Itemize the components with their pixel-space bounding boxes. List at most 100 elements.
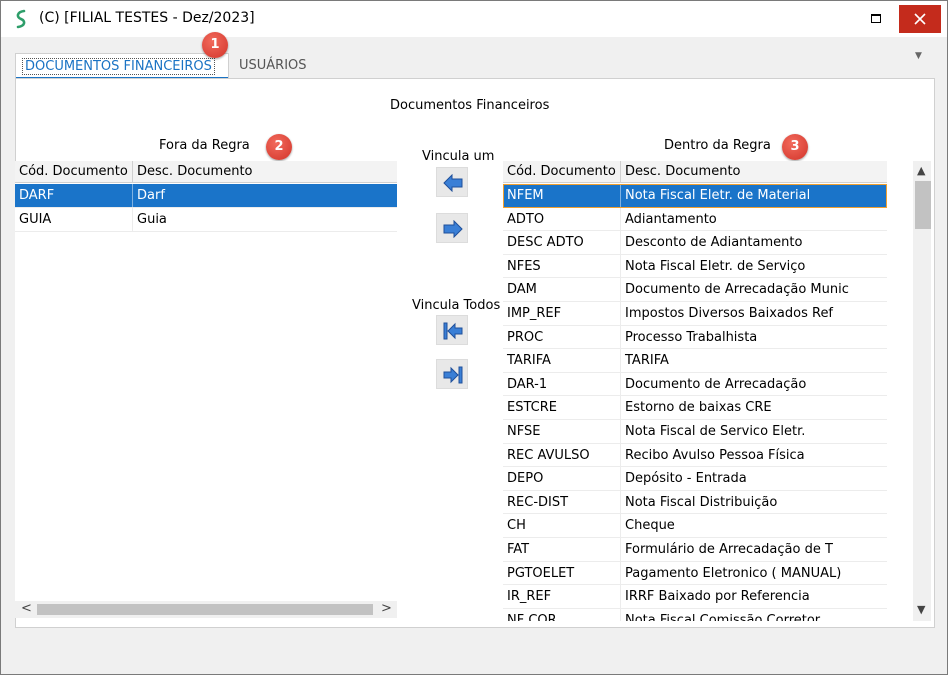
cell-cod: DESC ADTO	[503, 231, 621, 255]
cell-cod: NFSE	[503, 420, 621, 443]
arrow-left-icon	[443, 174, 463, 192]
vincula-um-label: Vincula um	[422, 149, 495, 164]
right-grid-vertical-scrollbar[interactable]: ▲ ▼	[913, 161, 931, 621]
tab-dropdown-icon[interactable]: ▼	[915, 51, 922, 61]
table-row[interactable]: DARF Darf	[15, 184, 397, 208]
cell-desc: Nota Fiscal de Servico Eletr.	[625, 424, 806, 439]
app-window: (C) [FILIAL TESTES - Dez/2023] DOCUMENTO…	[0, 0, 948, 675]
left-grid-horizontal-scrollbar[interactable]: < >	[15, 601, 397, 618]
cell-desc: Guia	[137, 212, 167, 227]
cell-cod: IR_REF	[503, 585, 621, 609]
table-row[interactable]: DAM Documento de Arrecadação Munic	[503, 278, 887, 302]
scroll-right-icon[interactable]: >	[381, 601, 392, 616]
table-row[interactable]: IR_REF IRRF Baixado por Referencia	[503, 585, 887, 609]
cell-cod: ESTCRE	[503, 396, 621, 420]
cell-cod: NFES	[503, 254, 621, 278]
cell-desc: Nota Fiscal Eletr. de Material	[625, 188, 811, 203]
table-row[interactable]: NFES Nota Fiscal Eletr. de Serviço	[503, 254, 887, 279]
title-bar: (C) [FILIAL TESTES - Dez/2023]	[1, 1, 947, 37]
table-row[interactable]: ADTO Adiantamento	[503, 207, 887, 232]
scroll-left-icon[interactable]: <	[21, 601, 32, 616]
section-title: Documentos Financeiros	[390, 98, 550, 113]
vincula-todos-label: Vincula Todos	[412, 298, 501, 313]
cell-desc: Processo Trabalhista	[625, 329, 758, 345]
close-button[interactable]	[899, 5, 941, 33]
cell-desc: Pagamento Eletronico ( MANUAL)	[625, 565, 842, 581]
left-grid-title: Fora da Regra	[159, 138, 250, 153]
table-row[interactable]: DAR-1 Documento de Arrecadação	[503, 372, 887, 397]
s-logo-icon	[13, 9, 29, 29]
cell-cod: CH	[503, 514, 621, 538]
table-row[interactable]: REC AVULSO Recibo Avulso Pessoa Física	[503, 443, 887, 468]
scroll-down-icon[interactable]: ▼	[917, 603, 925, 616]
cell-cod: DEPO	[503, 467, 621, 491]
cell-desc: IRRF Baixado por Referencia	[625, 589, 810, 605]
column-header-desc[interactable]: Desc. Documento	[621, 161, 887, 183]
table-row[interactable]: PGTOELET Pagamento Eletronico ( MANUAL)	[503, 561, 887, 586]
move-one-right-button[interactable]	[436, 213, 468, 243]
close-icon	[914, 13, 926, 25]
cell-desc: TARIFA	[625, 353, 669, 369]
scroll-thumb[interactable]	[37, 604, 373, 615]
cell-cod: DARF	[15, 184, 133, 207]
table-row[interactable]: NFEM Nota Fiscal Eletr. de Material	[503, 184, 887, 208]
badge-3: 3	[782, 134, 808, 160]
table-row[interactable]: CH Cheque	[503, 514, 887, 538]
cell-cod: REC-DIST	[503, 490, 621, 514]
table-row[interactable]: REC-DIST Nota Fiscal Distribuição	[503, 490, 887, 515]
cell-desc: Recibo Avulso Pessoa Física	[625, 447, 805, 463]
window-title: (C) [FILIAL TESTES - Dez/2023]	[39, 10, 255, 26]
cell-desc: Adiantamento	[625, 211, 717, 227]
cell-cod: FAT	[503, 538, 621, 561]
cell-desc: Nota Fiscal Comissão Corretor	[625, 612, 821, 621]
cell-cod: NF COR	[503, 608, 621, 621]
table-row[interactable]: PROC Processo Trabalhista	[503, 325, 887, 350]
cell-desc: Nota Fiscal Distribuição	[625, 494, 778, 510]
tab-label: DOCUMENTOS FINANCEIROS	[22, 58, 215, 75]
cell-cod: IMP_REF	[503, 302, 621, 325]
cell-desc: Depósito - Entrada	[625, 471, 747, 487]
table-row[interactable]: FAT Formulário de Arrecadação de T	[503, 538, 887, 562]
arrow-last-icon	[443, 366, 463, 384]
table-row[interactable]: TARIFA TARIFA	[503, 349, 887, 373]
move-all-right-button[interactable]	[436, 359, 468, 389]
cell-desc: Documento de Arrecadação Munic	[625, 282, 849, 298]
table-row[interactable]: NF COR Nota Fiscal Comissão Corretor	[503, 608, 887, 621]
scroll-up-icon[interactable]: ▲	[917, 164, 925, 177]
move-one-left-button[interactable]	[436, 167, 468, 197]
badge-1: 1	[202, 32, 228, 58]
cell-cod: GUIA	[15, 208, 133, 231]
cell-cod: REC AVULSO	[503, 443, 621, 467]
grid-header: Cód. Documento Desc. Documento	[503, 161, 887, 183]
cell-cod: DAM	[503, 278, 621, 302]
cell-cod: DAR-1	[503, 372, 621, 396]
table-row[interactable]: ESTCRE Estorno de baixas CRE	[503, 396, 887, 420]
tab-documentos-financeiros[interactable]: DOCUMENTOS FINANCEIROS	[15, 53, 229, 79]
cell-desc: Nota Fiscal Eletr. de Serviço	[625, 258, 806, 274]
tab-usuarios[interactable]: USUÁRIOS	[233, 53, 313, 78]
tab-strip: DOCUMENTOS FINANCEIROS USUÁRIOS	[7, 41, 941, 79]
move-all-left-button[interactable]	[436, 315, 468, 345]
right-grid-title: Dentro da Regra	[664, 138, 771, 153]
arrow-first-icon	[443, 322, 463, 340]
column-header-desc[interactable]: Desc. Documento	[133, 161, 397, 183]
table-row[interactable]: IMP_REF Impostos Diversos Baixados Ref	[503, 302, 887, 326]
maximize-button[interactable]	[853, 1, 899, 37]
maximize-icon	[871, 14, 881, 23]
scroll-thumb[interactable]	[915, 181, 931, 229]
cell-desc: Estorno de baixas CRE	[625, 400, 772, 416]
table-row[interactable]: DESC ADTO Desconto de Adiantamento	[503, 231, 887, 255]
dentro-da-regra-grid[interactable]: Cód. Documento Desc. Documento NFEM Nota …	[503, 161, 887, 621]
tab-label: USUÁRIOS	[239, 58, 307, 73]
table-row[interactable]: GUIA Guia	[15, 208, 397, 232]
table-row[interactable]: DEPO Depósito - Entrada	[503, 467, 887, 491]
cell-desc: Desconto de Adiantamento	[625, 235, 803, 251]
fora-da-regra-grid[interactable]: Cód. Documento Desc. Documento DARF Darf…	[15, 161, 397, 601]
table-row[interactable]: NFSE Nota Fiscal de Servico Eletr.	[503, 420, 887, 444]
cell-desc: Cheque	[625, 518, 675, 534]
arrow-right-icon	[443, 220, 463, 238]
column-header-cod[interactable]: Cód. Documento	[503, 161, 621, 183]
column-header-cod[interactable]: Cód. Documento	[15, 161, 133, 183]
cell-cod: PROC	[503, 325, 621, 349]
cell-cod: PGTOELET	[503, 561, 621, 585]
